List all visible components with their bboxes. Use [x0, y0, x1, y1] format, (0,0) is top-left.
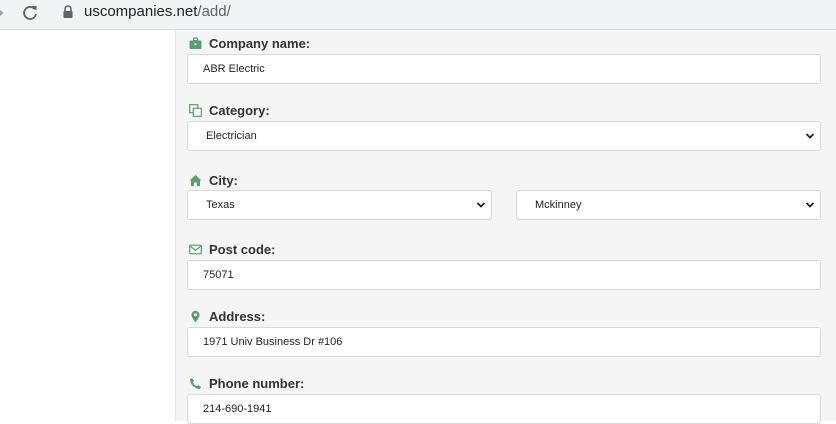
map-marker-icon: [191, 310, 200, 322]
phone-number-label: Phone number:: [189, 374, 304, 392]
briefcase-icon: [189, 36, 202, 49]
category-label: Category:: [189, 101, 270, 119]
copy-icon: [189, 103, 202, 117]
post-code-label: Post code:: [189, 240, 275, 258]
phone-number-label-text: Phone number:: [209, 375, 305, 391]
reload-icon[interactable]: [20, 3, 40, 23]
url-domain: uscompanies.net: [84, 3, 198, 20]
city-label: City:: [189, 171, 238, 189]
chevron-down-icon: [805, 202, 815, 208]
url-path: /add/: [197, 3, 231, 20]
company-name-label: Company name:: [189, 34, 310, 52]
lock-icon: [63, 5, 73, 18]
state-select[interactable]: Texas: [187, 190, 492, 220]
envelope-icon: [189, 244, 202, 254]
phone-icon: [190, 377, 201, 389]
home-icon: [189, 174, 202, 186]
city-label-text: City:: [209, 172, 238, 188]
company-name-value: ABR Electric: [203, 63, 265, 75]
category-value: Electrician: [206, 130, 257, 142]
url-text[interactable]: uscompanies.net/add/: [84, 1, 231, 23]
forward-arrow-icon[interactable]: [0, 5, 6, 21]
city-value: Mckinney: [535, 199, 582, 211]
address-label: Address:: [189, 307, 265, 325]
address-input[interactable]: 1971 Univ Business Dr #106: [187, 327, 821, 357]
phone-number-input[interactable]: 214-690-1941: [187, 394, 821, 424]
company-name-input[interactable]: ABR Electric: [187, 54, 821, 84]
page-left-gutter: [0, 30, 175, 421]
company-name-label-text: Company name:: [209, 35, 311, 51]
category-label-text: Category:: [209, 102, 270, 118]
category-select[interactable]: Electrician: [187, 121, 821, 151]
chevron-down-icon: [476, 202, 486, 208]
chevron-down-icon: [805, 133, 815, 139]
post-code-input[interactable]: 75071: [187, 260, 821, 290]
city-select[interactable]: Mckinney: [516, 190, 821, 220]
browser-toolbar: uscompanies.net/add/: [0, 0, 836, 30]
address-label-text: Address:: [209, 308, 266, 324]
post-code-value: 75071: [203, 269, 234, 281]
state-value: Texas: [206, 199, 235, 211]
post-code-label-text: Post code:: [209, 241, 276, 257]
add-company-form-panel: [175, 30, 836, 421]
address-value: 1971 Univ Business Dr #106: [203, 336, 343, 348]
phone-number-value: 214-690-1941: [203, 403, 272, 415]
